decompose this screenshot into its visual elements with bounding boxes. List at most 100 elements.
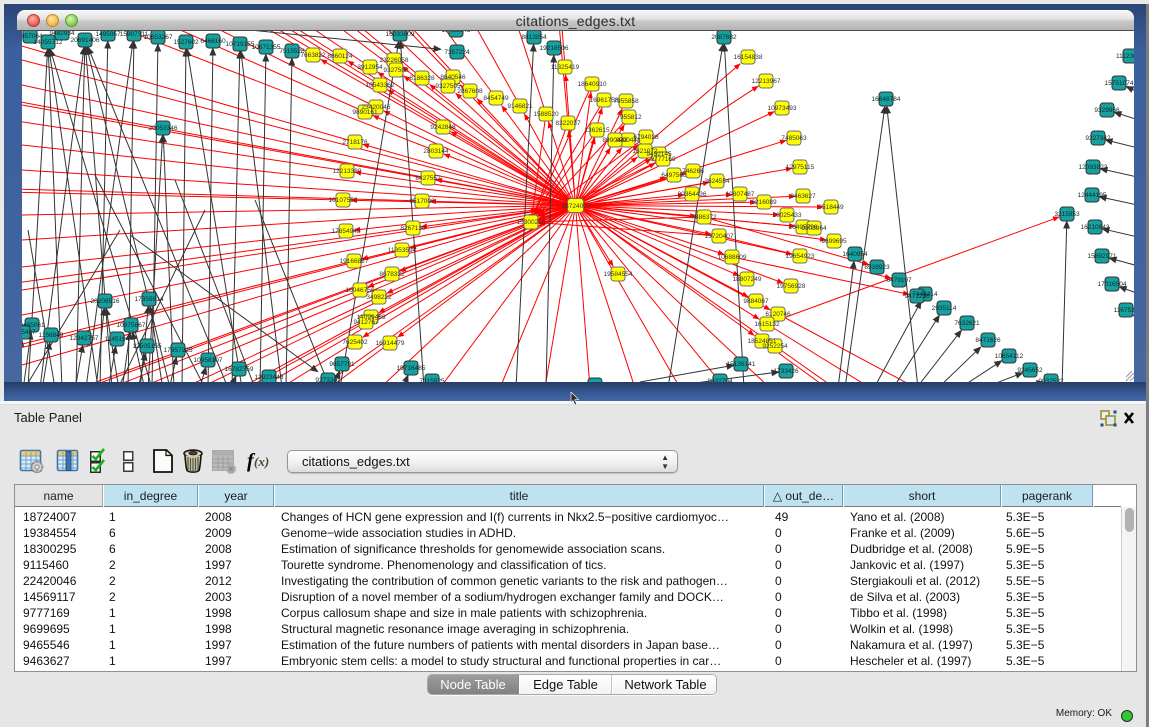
svg-text:9517006: 9517006	[409, 198, 435, 205]
svg-text:1167533: 1167533	[1114, 307, 1134, 314]
svg-text:3624554: 3624554	[704, 178, 730, 185]
svg-text:2867608: 2867608	[457, 88, 483, 95]
svg-text:6479197: 6479197	[886, 277, 912, 284]
svg-text:7386372: 7386372	[691, 214, 717, 221]
svg-text:17359914: 17359914	[135, 296, 164, 303]
svg-text:7663822: 7663822	[300, 52, 326, 59]
svg-text:(x): (x)	[254, 454, 269, 469]
svg-text:12444195: 12444195	[1078, 192, 1107, 199]
svg-text:15720407: 15720407	[705, 233, 734, 240]
svg-text:20691406: 20691406	[71, 37, 100, 44]
svg-text:1145194: 1145194	[105, 336, 130, 343]
svg-text:12093823: 12093823	[1079, 164, 1108, 171]
svg-text:3498222: 3498222	[366, 294, 392, 301]
svg-text:16782759: 16782759	[225, 366, 254, 373]
svg-text:12213389: 12213389	[333, 168, 362, 175]
svg-text:1362615: 1362615	[584, 127, 610, 134]
svg-text:9329966: 9329966	[1094, 107, 1120, 114]
svg-text:8832704: 8832704	[707, 378, 733, 382]
svg-text:12975115: 12975115	[786, 164, 815, 171]
svg-text:6216089: 6216089	[751, 199, 777, 206]
svg-text:20364436: 20364436	[678, 191, 707, 198]
svg-text:10543362: 10543362	[366, 82, 395, 89]
svg-text:6466160: 6466160	[200, 38, 226, 45]
svg-text:9412767: 9412767	[353, 319, 379, 326]
svg-text:9146821: 9146821	[507, 103, 533, 110]
svg-text:3215953: 3215953	[1054, 211, 1080, 218]
svg-text:18724007: 18724007	[562, 203, 591, 210]
svg-text:1733426: 1733426	[773, 368, 799, 375]
svg-text:9471236: 9471236	[904, 293, 930, 300]
svg-text:1615132: 1615132	[754, 321, 780, 328]
svg-text:2087682: 2087682	[711, 34, 737, 41]
svg-text:9273341: 9273341	[315, 377, 341, 382]
svg-text:9303964: 9303964	[801, 225, 827, 232]
svg-text:10025433: 10025433	[773, 212, 802, 219]
svg-text:9915407: 9915407	[22, 329, 36, 336]
svg-text:1156849: 1156849	[39, 332, 64, 339]
svg-text:20206516: 20206516	[91, 298, 120, 305]
svg-text:15692971: 15692971	[1088, 253, 1117, 260]
svg-text:16033809: 16033809	[386, 31, 415, 38]
svg-text:19716485: 19716485	[397, 365, 426, 372]
svg-text:16154838: 16154838	[734, 54, 763, 61]
svg-text:12505155: 12505155	[133, 343, 162, 350]
svg-text:8186328: 8186328	[409, 75, 435, 82]
svg-text:9463627: 9463627	[790, 193, 816, 200]
svg-text:10671355: 10671355	[252, 44, 281, 51]
svg-text:7357224: 7357224	[444, 49, 470, 56]
svg-text:16914479: 16914479	[376, 340, 405, 347]
svg-text:18807249: 18807249	[733, 276, 762, 283]
svg-text:11123056: 11123056	[1116, 53, 1134, 60]
svg-text:17016504: 17016504	[1098, 281, 1127, 288]
svg-text:1495057: 1495057	[95, 31, 121, 38]
svg-text:8813054: 8813054	[521, 34, 547, 41]
svg-text:12923448: 12923448	[255, 374, 284, 381]
svg-text:7485063: 7485063	[781, 135, 807, 142]
svg-text:9252254: 9252254	[762, 343, 788, 350]
svg-text:9032532: 9032532	[1038, 378, 1064, 382]
svg-text:15300215: 15300215	[517, 219, 546, 226]
svg-text:8471626: 8471626	[975, 337, 1001, 344]
svg-text:18640910: 18640910	[578, 81, 607, 88]
svg-text:7625402: 7625402	[342, 339, 368, 346]
svg-text:8427552: 8427552	[415, 175, 441, 182]
svg-text:19584554: 19584554	[604, 271, 633, 278]
svg-text:8640546: 8640546	[440, 74, 466, 81]
svg-text:10719155: 10719155	[226, 41, 255, 48]
svg-text:7955812: 7955812	[616, 114, 642, 121]
svg-text:14055712: 14055712	[34, 39, 63, 46]
svg-text:16210643: 16210643	[1081, 224, 1110, 231]
svg-text:10975867: 10975867	[117, 322, 146, 329]
svg-text:746266: 746266	[682, 168, 704, 175]
svg-text:9884067: 9884067	[743, 298, 769, 305]
svg-text:19218506: 19218506	[540, 45, 569, 52]
svg-text:10654112: 10654112	[995, 353, 1024, 360]
svg-text:19654923: 19654923	[786, 253, 815, 260]
svg-text:9657791: 9657791	[329, 361, 355, 368]
svg-text:8678332: 8678332	[379, 271, 405, 278]
svg-text:1640954: 1640954	[842, 251, 868, 258]
svg-text:2935114: 2935114	[932, 305, 957, 312]
svg-text:8454749: 8454749	[483, 95, 509, 102]
svg-text:9227342: 9227342	[1085, 135, 1111, 142]
svg-text:9327506: 9327506	[383, 67, 409, 74]
svg-text:16648784: 16648784	[872, 96, 901, 103]
svg-text:20053346: 20053346	[149, 125, 178, 132]
svg-text:19756928: 19756928	[777, 283, 806, 290]
svg-text:1588520: 1588520	[533, 111, 559, 118]
svg-text:8322037: 8322037	[555, 120, 581, 127]
svg-text:7632621: 7632621	[954, 320, 980, 327]
svg-text:8938923: 8938923	[864, 264, 890, 271]
svg-text:11353594: 11353594	[388, 247, 417, 254]
svg-text:17654943: 17654943	[332, 228, 361, 235]
svg-text:9242848: 9242848	[430, 124, 456, 131]
svg-text:6120746: 6120746	[765, 311, 791, 318]
svg-text:2803144: 2803144	[423, 148, 449, 155]
svg-text:9699695: 9699695	[821, 238, 847, 245]
svg-text:9777169: 9777169	[650, 156, 676, 163]
svg-text:23226058: 23226058	[380, 57, 409, 64]
svg-text:9890161: 9890161	[352, 109, 378, 116]
svg-text:10653267: 10653267	[144, 34, 173, 41]
svg-text:3912954: 3912954	[357, 64, 383, 71]
